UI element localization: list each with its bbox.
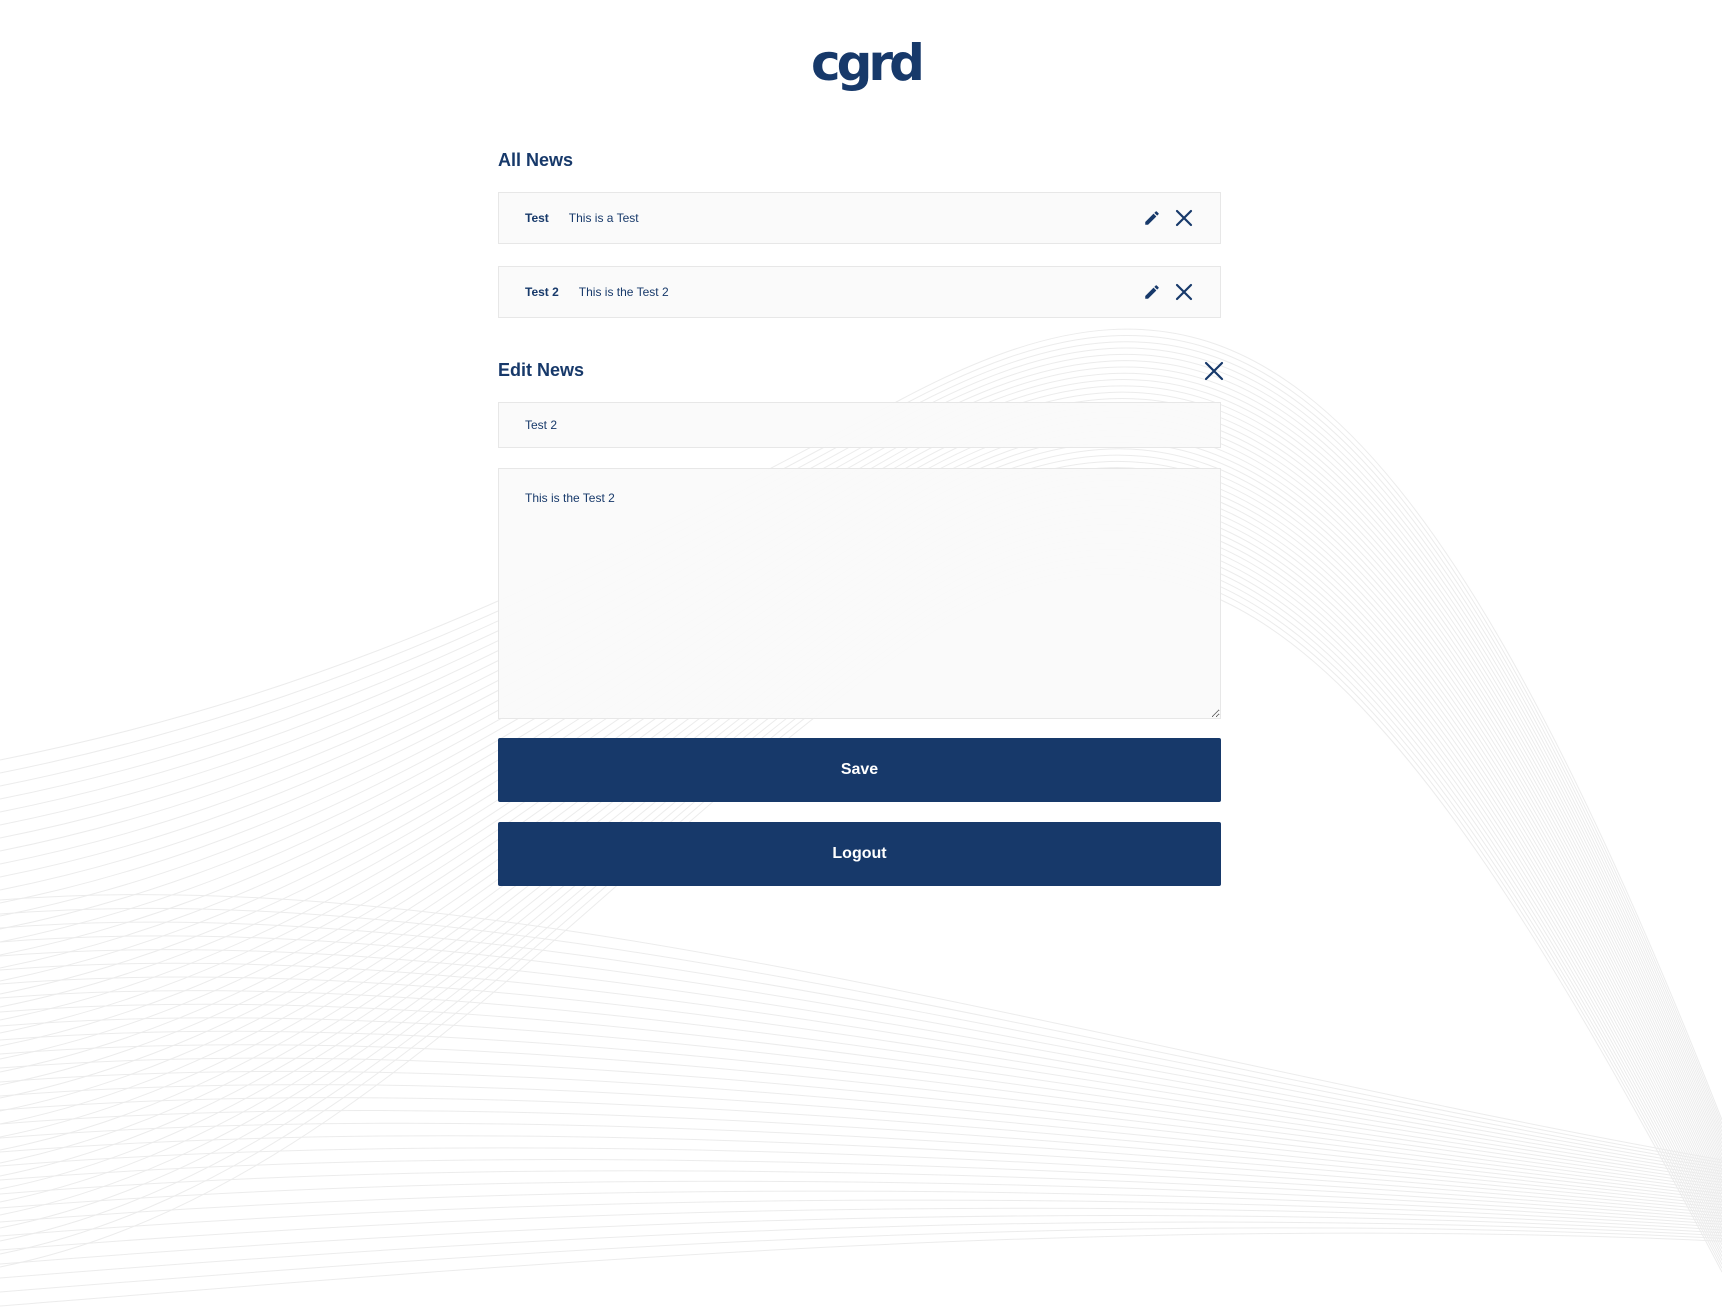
edit-news-heading: Edit News [498, 360, 585, 380]
background-wave-line [0, 1122, 1722, 1209]
background-wave-line [0, 1159, 1722, 1217]
news-list-item: Test This is a Test [498, 192, 1221, 244]
background-wave-line [0, 976, 1722, 1178]
news-item-body: This is a Test [568, 211, 639, 225]
background-wave-line [0, 1097, 1722, 1203]
background-wave-line [0, 1030, 1722, 1189]
news-body-textarea[interactable]: This is the Test 2 [498, 468, 1221, 719]
background-wave-line [0, 949, 1722, 1172]
pencil-icon[interactable] [1142, 208, 1162, 228]
background-wave-line [0, 1180, 1722, 1223]
cgrd-logo: cgrd [811, 34, 925, 92]
background-wave-line [0, 921, 1722, 1167]
background-wave-line [0, 1207, 1722, 1251]
background-wave-line [0, 1070, 1722, 1197]
save-button[interactable]: Save [498, 738, 1221, 802]
news-item-actions [1142, 208, 1194, 228]
background-wave-line [0, 894, 1722, 1161]
background-wave-line [0, 1147, 1722, 1214]
news-item-actions [1142, 282, 1194, 302]
background-wave-line [0, 1003, 1722, 1183]
background-wave-line [0, 990, 1722, 1181]
pencil-icon[interactable] [1142, 282, 1162, 302]
background-wave-line [0, 341, 1722, 1128]
news-title-input[interactable] [498, 402, 1221, 448]
background-wave-line [0, 935, 1722, 1169]
background-wave-line [0, 1190, 1722, 1225]
background-wave-line [0, 1170, 1722, 1220]
background-wave-line [0, 962, 1722, 1175]
background-wave-line [0, 1084, 1722, 1200]
news-item-body: This is the Test 2 [578, 285, 669, 299]
background-wave-line [0, 1214, 1722, 1265]
background-wave-line [0, 1232, 1722, 1307]
background-wave-line [0, 1135, 1722, 1211]
background-wave-line [0, 335, 1722, 1125]
background-wave-line [0, 1221, 1722, 1279]
close-edit-icon[interactable] [1203, 360, 1225, 382]
background-wave-line [0, 1227, 1722, 1293]
news-item-title: Test 2 [525, 285, 559, 299]
background-wave-line [0, 1199, 1722, 1237]
close-icon[interactable] [1174, 208, 1194, 228]
logout-button[interactable]: Logout [498, 822, 1221, 886]
background-wave-line [0, 1110, 1722, 1206]
background-wave-line [0, 1057, 1722, 1195]
background-wave-line [0, 1017, 1722, 1186]
news-list-item: Test 2 This is the Test 2 [498, 266, 1221, 318]
background-wave-line [0, 1044, 1722, 1192]
all-news-heading: All News [498, 150, 574, 170]
background-wave-line [0, 907, 1722, 1164]
news-item-title: Test [525, 211, 549, 225]
close-icon[interactable] [1174, 282, 1194, 302]
